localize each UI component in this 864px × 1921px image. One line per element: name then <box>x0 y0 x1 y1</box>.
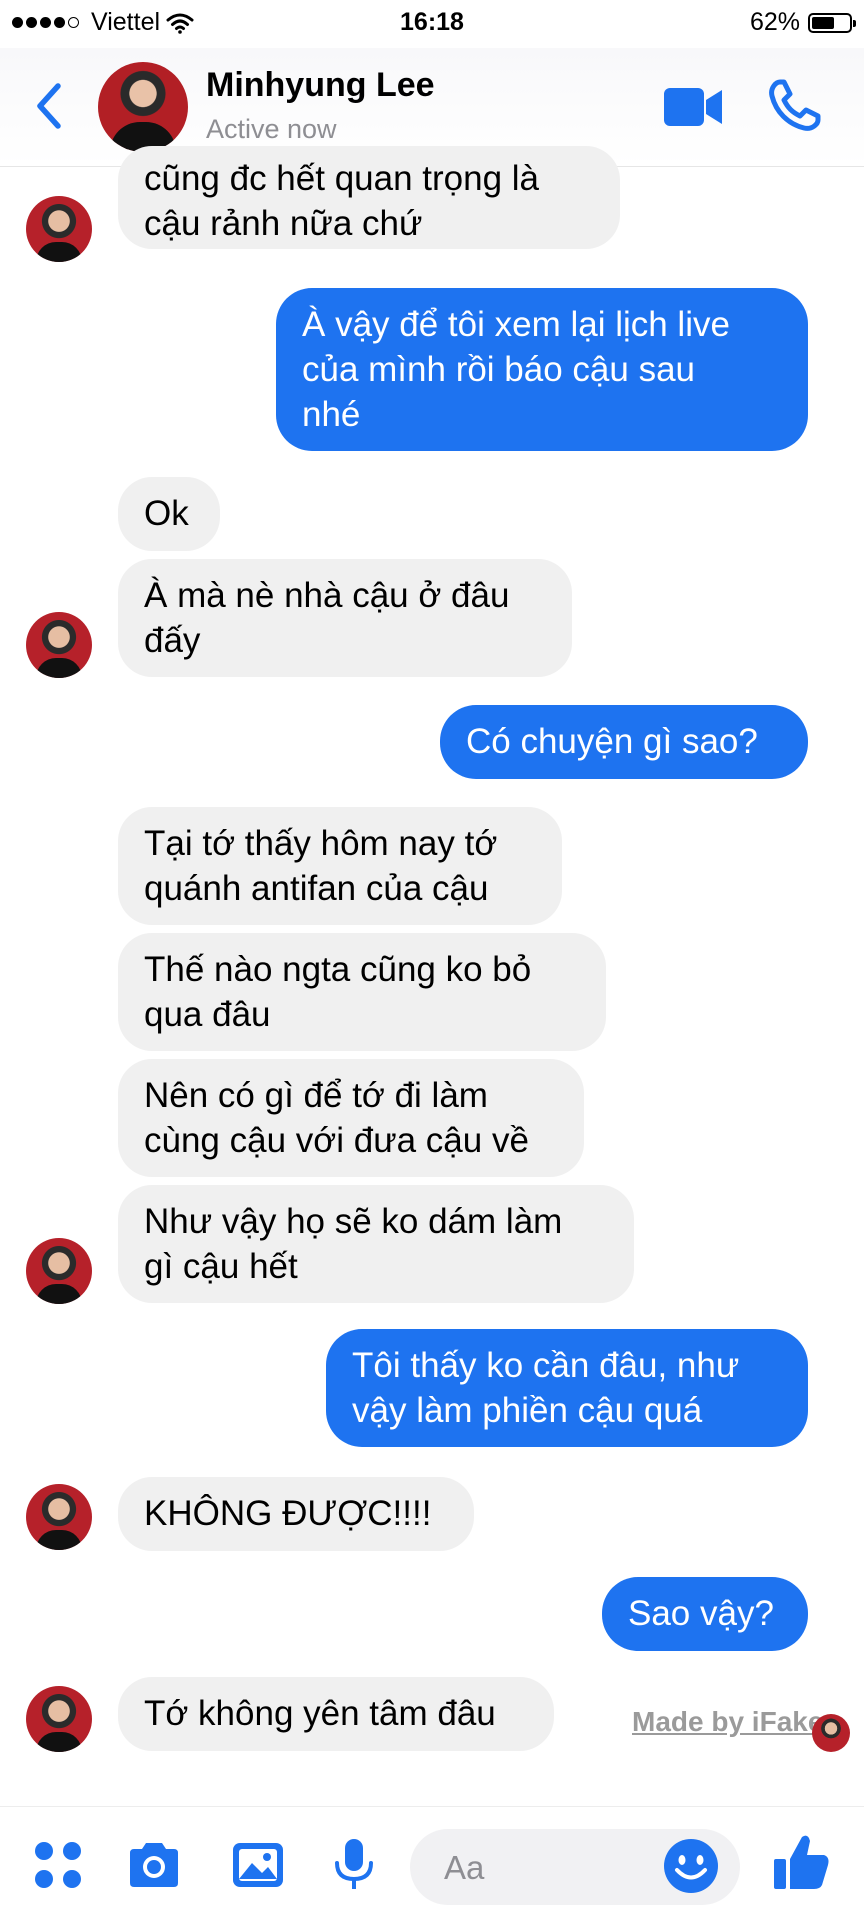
camera-icon[interactable] <box>126 1837 182 1893</box>
emoji-icon[interactable] <box>662 1837 720 1895</box>
phone-call-button[interactable] <box>766 78 822 134</box>
message-input-placeholder: Aa <box>444 1849 485 1886</box>
sender-avatar[interactable] <box>26 1484 92 1550</box>
battery-percentage: 62% <box>749 8 800 36</box>
gallery-icon[interactable] <box>230 1837 286 1893</box>
clock: 16:18 <box>400 8 464 36</box>
message-bubble-received[interactable]: Tại tớ thấy hôm nay tớ quánh antifan của… <box>118 807 562 925</box>
message-composer: Aa <box>0 1806 864 1921</box>
contact-status: Active now <box>206 114 337 144</box>
message-bubble-received[interactable]: KHÔNG ĐƯỢC!!!! <box>118 1477 474 1551</box>
battery-icon <box>808 12 856 33</box>
message-bubble-received[interactable]: Nên có gì để tớ đi làm cùng cậu với đưa … <box>118 1059 584 1177</box>
message-bubble-sent[interactable]: À vậy để tôi xem lại lịch live của mình … <box>276 288 808 451</box>
message-bubble-received[interactable]: À mà nè nhà cậu ở đâu đấy <box>118 559 572 677</box>
message-bubble-sent[interactable]: Sao vậy? <box>602 1577 808 1651</box>
message-bubble-received[interactable]: Thế nào ngta cũng ko bỏ qua đâu <box>118 933 606 1051</box>
battery-status: 62% <box>749 8 856 37</box>
message-input[interactable]: Aa <box>410 1829 740 1905</box>
menu-icon[interactable] <box>30 1837 86 1893</box>
status-bar: Viettel 16:18 62% <box>0 0 864 48</box>
video-call-button[interactable] <box>662 82 724 132</box>
back-button[interactable] <box>28 78 72 134</box>
contact-avatar[interactable] <box>98 62 188 152</box>
sender-avatar[interactable] <box>26 196 92 262</box>
sender-avatar[interactable] <box>26 1238 92 1304</box>
message-list[interactable]: cũng đc hết quan trọng là cậu rảnh nữa c… <box>0 146 864 1786</box>
message-bubble-received[interactable]: cũng đc hết quan trọng là cậu rảnh nữa c… <box>118 146 620 249</box>
contact-name[interactable]: Minhyung Lee <box>206 66 435 105</box>
message-bubble-received[interactable]: Như vậy họ sẽ ko dám làm gì cậu hết <box>118 1185 634 1303</box>
message-bubble-received[interactable]: Tớ không yên tâm đâu <box>118 1677 554 1751</box>
watermark: Made by iFake <box>632 1706 824 1737</box>
sender-avatar[interactable] <box>26 1686 92 1752</box>
message-bubble-sent[interactable]: Có chuyện gì sao? <box>440 705 808 779</box>
sender-avatar[interactable] <box>26 612 92 678</box>
like-icon[interactable] <box>772 1831 832 1893</box>
watermark-avatar <box>812 1714 850 1752</box>
message-bubble-sent[interactable]: Tôi thấy ko cần đâu, như vậy làm phiền c… <box>326 1329 808 1447</box>
message-bubble-received[interactable]: Ok <box>118 477 220 551</box>
microphone-icon[interactable] <box>326 1837 382 1893</box>
